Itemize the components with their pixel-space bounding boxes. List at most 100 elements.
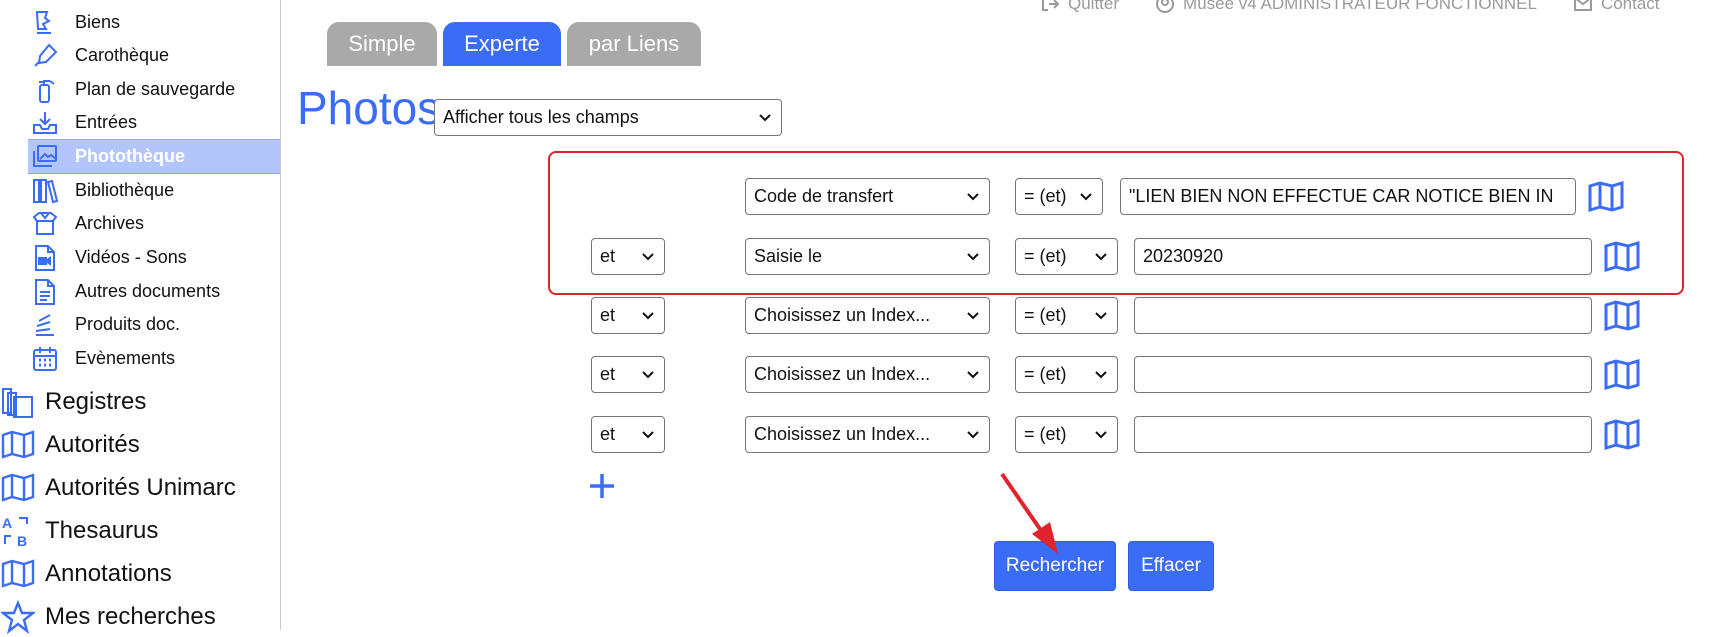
open-book-icon[interactable] [1604,241,1640,273]
sidebar-item-evenements[interactable]: Evènements [28,342,280,375]
sidebar-item-produits-doc[interactable]: Produits doc. [28,308,280,341]
operator-select-value: et [600,305,616,325]
svg-text:A: A [2,515,12,531]
tab-experte[interactable]: Experte [443,22,561,66]
tab-simple[interactable]: Simple [327,22,437,66]
clear-button[interactable]: Effacer [1128,541,1214,591]
sidebar-item-phototheque[interactable]: Photothèque [28,139,280,174]
operator-select[interactable]: et [591,297,665,334]
sidebar-item-label: Bibliothèque [75,180,175,200]
contact-label: Contact [1600,0,1660,13]
open-book-icon[interactable] [1604,359,1640,391]
comparator-select[interactable]: = (et) [1015,356,1118,393]
open-book-icon [0,470,36,506]
field-select-value: Code de transfert [754,186,894,206]
field-select[interactable]: Choisissez un Index... [745,356,990,393]
sidebar-item-entrees[interactable]: Entrées [28,106,280,139]
sidebar-item-mes-recherches[interactable]: Mes recherches [0,597,280,637]
mail-icon [1573,0,1592,11]
comparator-select[interactable]: = (et) [1015,178,1103,215]
value-input[interactable]: "LIEN BIEN NON EFFECTUE CAR NOTICE BIEN … [1120,178,1576,215]
open-book-icon[interactable] [1604,300,1640,332]
comparator-select[interactable]: = (et) [1015,238,1118,275]
logout-link[interactable]: Quitter [1040,0,1119,14]
chevron-down-icon [1080,193,1092,201]
chevron-down-icon [967,431,979,439]
value-input[interactable] [1134,356,1592,393]
header-links: Quitter Musée v4 ADMINISTRATEUR FONCTION… [1040,0,1696,16]
field-select[interactable]: Choisissez un Index... [745,297,990,334]
open-book-icon[interactable] [1588,181,1624,213]
sidebar-item-label: Evènements [75,348,176,368]
comparator-select[interactable]: = (et) [1015,416,1118,453]
open-book-icon [0,427,36,463]
open-book-icon[interactable] [1604,419,1640,451]
field-select[interactable]: Code de transfert [745,178,990,215]
sidebar-item-label: Produits doc. [75,314,181,334]
chevron-down-icon [967,253,979,261]
operator-select[interactable]: et [591,238,665,275]
comparator-select-value: = (et) [1024,246,1067,266]
field-select[interactable]: Choisissez un Index... [745,416,990,453]
chevron-down-icon [1095,431,1107,439]
annotation-arrow [1000,472,1058,554]
sidebar-item-bibliotheque[interactable]: Bibliothèque [28,174,280,207]
sidebar-item-label: Carothèque [75,45,170,65]
page-title: Photos [297,82,441,134]
operator-select-value: et [600,364,616,384]
operator-select[interactable]: et [591,416,665,453]
sidebar-item-autorites[interactable]: Autorités [0,425,280,465]
sidebar-item-autres-documents[interactable]: Autres documents [28,275,280,308]
value-input[interactable]: 20230920 [1134,238,1592,275]
sidebar-item-plan-de-sauvegarde[interactable]: Plan de sauvegarde [28,73,280,106]
sidebar-item-thesaurus[interactable]: A B Thesaurus [0,511,280,551]
books-icon [28,176,62,206]
chevron-down-icon [759,114,771,122]
operator-select[interactable]: et [591,356,665,393]
document-icon [28,277,62,307]
sidebar-item-label: Autorités [45,431,140,458]
view-select-value: Afficher tous les champs [443,107,639,127]
chevron-down-icon [1095,253,1107,261]
sidebar-item-annotations[interactable]: Annotations [0,554,280,594]
sidebar-item-videos-sons[interactable]: Vidéos - Sons [28,241,280,274]
sidebar-item-label: Thesaurus [45,517,159,544]
sidebar-item-carotheque[interactable]: Carothèque [28,39,280,72]
object-icon [28,8,62,38]
sidebar-item-label: Mes recherches [45,603,216,630]
tab-par-liens[interactable]: par Liens [567,22,701,66]
chevron-down-icon [967,312,979,320]
user-link[interactable]: Musée v4 ADMINISTRATEUR FONCTIONNEL [1155,0,1537,14]
video-file-icon [28,243,62,273]
chevron-down-icon [967,193,979,201]
sidebar-item-biens[interactable]: Biens [28,6,280,39]
sidebar-item-label: Photothèque [75,146,185,166]
comparator-select[interactable]: = (et) [1015,297,1118,334]
field-select[interactable]: Saisie le [745,238,990,275]
sidebar-item-label: Autres documents [75,281,221,301]
field-select-value: Choisissez un Index... [754,305,931,325]
value-input[interactable] [1134,416,1592,453]
logout-label: Quitter [1068,0,1120,13]
sidebar-item-autorites-unimarc[interactable]: Autorités Unimarc [0,468,280,508]
value-input[interactable] [1134,297,1592,334]
view-select[interactable]: Afficher tous les champs [434,99,782,136]
svg-text:B: B [17,533,27,548]
sidebar-item-registres[interactable]: Registres [0,382,280,422]
sidebar-item-label: Vidéos - Sons [75,247,187,267]
operator-select-value: et [600,424,616,444]
chevron-down-icon [642,253,654,261]
field-select-value: Choisissez un Index... [754,424,931,444]
user-label: Musée v4 ADMINISTRATEUR FONCTIONNEL [1183,0,1537,13]
open-book-icon [0,556,36,592]
sidebar-item-label: Annotations [45,560,172,587]
sidebar-item-label: Archives [75,213,145,233]
calendar-icon [28,344,62,374]
sort-az-icon: A B [0,513,36,549]
contact-link[interactable]: Contact [1573,0,1660,14]
photos-icon [28,142,62,172]
add-criterion-icon[interactable] [587,471,617,501]
sidebar-item-archives[interactable]: Archives [28,207,280,240]
chevron-down-icon [1095,371,1107,379]
field-select-value: Saisie le [754,246,823,266]
